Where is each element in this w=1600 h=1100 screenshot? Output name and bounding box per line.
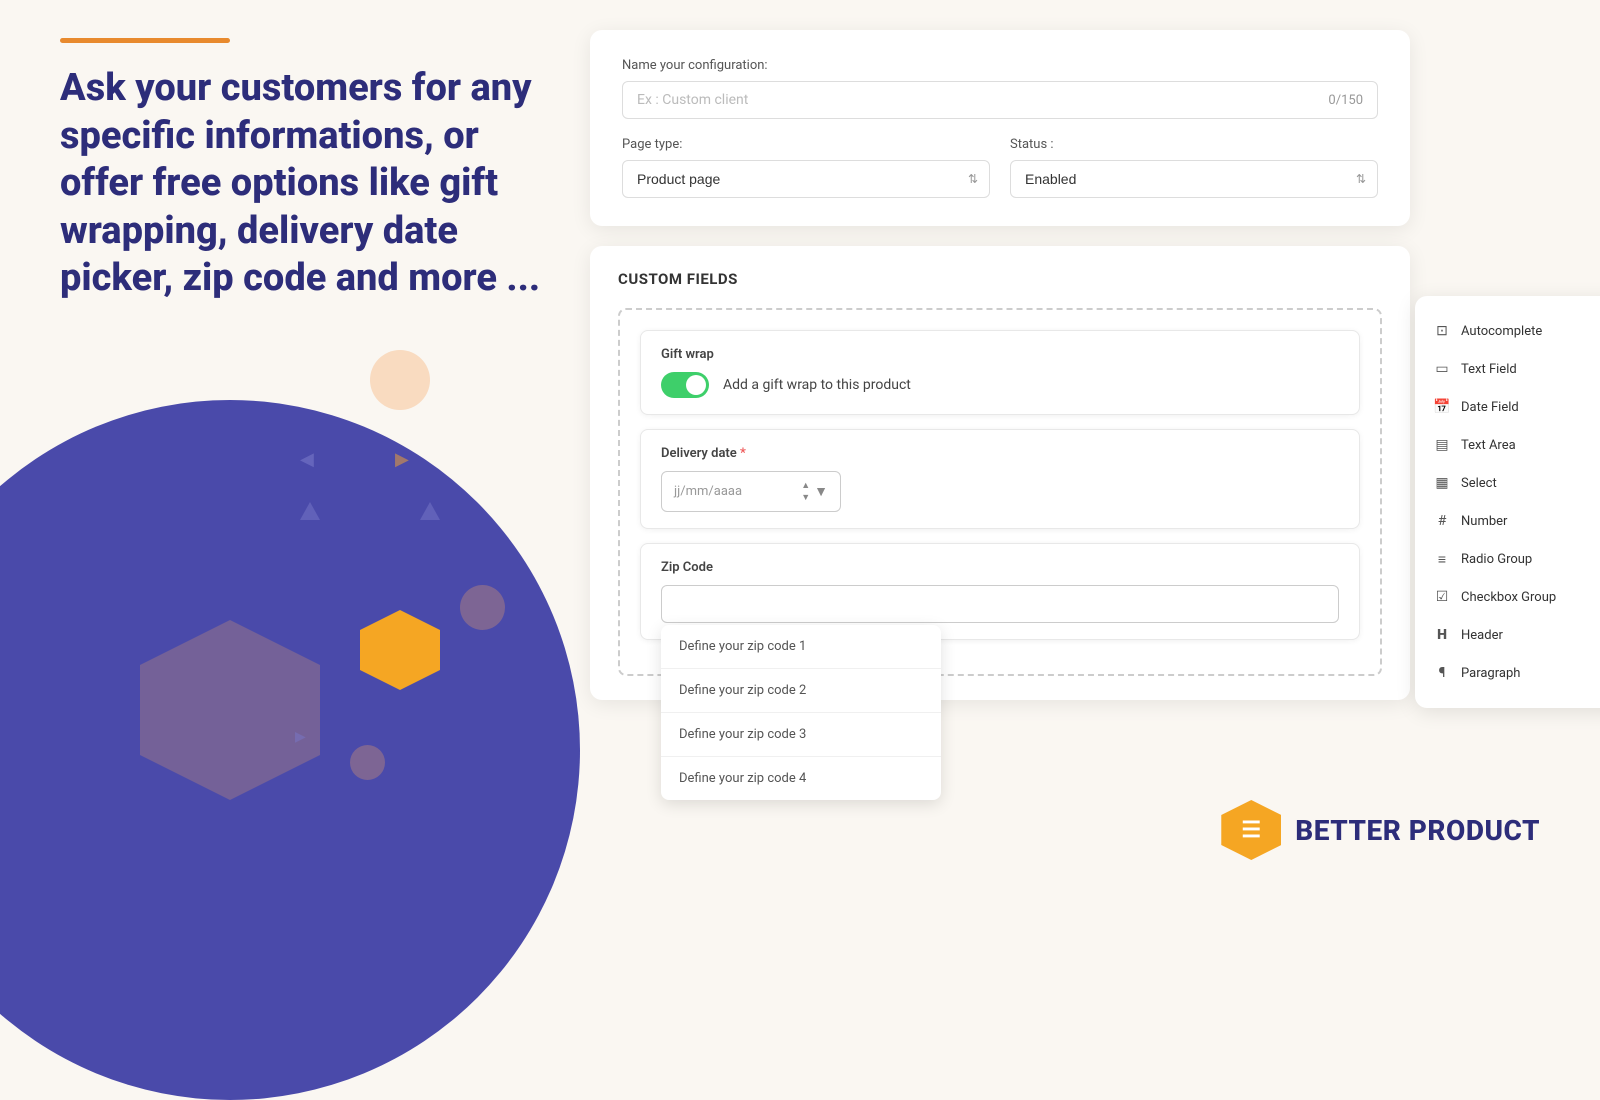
sidebar-item-text-area[interactable]: ▤ Text Area [1415,426,1600,464]
status-select[interactable]: Enabled Disabled [1010,160,1378,198]
gift-wrap-label: Gift wrap [661,347,1339,362]
page-type-select-wrapper: Product page Cart page Checkout page [622,160,990,198]
number-icon: # [1433,512,1451,530]
number-label: Number [1461,514,1507,529]
gift-wrap-toggle-label: Add a gift wrap to this product [723,377,911,393]
name-config-input-row[interactable]: Ex : Custom client 0/150 [622,81,1378,119]
zip-code-input[interactable] [661,585,1339,623]
logo-icon: ☰ [1241,818,1261,843]
zip-code-field: Zip Code Define your zip code 1 Define y… [640,543,1360,640]
text-field-icon: ▭ [1433,360,1451,378]
text-field-label: Text Field [1461,362,1517,377]
config-card: Name your configuration: Ex : Custom cli… [590,30,1410,226]
drop-zone[interactable]: Gift wrap Add a gift wrap to this produc… [618,308,1382,676]
sidebar-item-number[interactable]: # Number [1415,502,1600,540]
autocomplete-item-3[interactable]: Define your zip code 3 [661,713,941,757]
sidebar-item-checkbox-group[interactable]: ☑ Checkbox Group [1415,578,1600,616]
config-row: Page type: Product page Cart page Checko… [622,137,1378,198]
logo-text: BETTER PRODUCT [1295,814,1540,847]
autocomplete-item-4[interactable]: Define your zip code 4 [661,757,941,800]
headline-text: Ask your customers for any specific info… [60,65,570,303]
char-counter: 0/150 [1328,93,1363,108]
triangle-purple2-decoration [420,502,440,520]
autocomplete-item-2[interactable]: Define your zip code 2 [661,669,941,713]
checkbox-group-icon: ☑ [1433,588,1451,606]
gift-wrap-toggle[interactable] [661,372,709,398]
arrow-right2-decoration: ▶ [295,729,306,745]
triangle-purple-decoration [300,502,320,520]
field-types-sidebar: ⊡ Autocomplete ▭ Text Field 📅 Date Field… [1415,296,1600,708]
delivery-date-placeholder: jj/mm/aaaa [674,484,801,499]
circle-peach3-decoration [350,745,385,780]
gift-wrap-field: Gift wrap Add a gift wrap to this produc… [640,330,1360,415]
sidebar-item-radio-group[interactable]: ≡ Radio Group [1415,540,1600,578]
autocomplete-icon: ⊡ [1433,322,1451,340]
text-area-label: Text Area [1461,438,1516,453]
sidebar-item-autocomplete[interactable]: ⊡ Autocomplete [1415,312,1600,350]
zip-code-label: Zip Code [661,560,1339,575]
orange-accent-line [60,38,230,43]
select-label: Select [1461,476,1497,491]
arrow-left-decoration: ◀ [300,449,314,470]
delivery-date-label: Delivery date * [661,446,1339,461]
custom-fields-card: CUSTOM FIELDS Gift wrap Add a gift wrap … [590,246,1410,700]
text-area-icon: ▤ [1433,436,1451,454]
logo-area: ☰ BETTER PRODUCT [1221,800,1540,860]
radio-group-icon: ≡ [1433,550,1451,568]
sidebar-item-text-field[interactable]: ▭ Text Field [1415,350,1600,388]
sidebar-item-select[interactable]: ▦ Select [1415,464,1600,502]
status-label: Status : [1010,137,1378,152]
paragraph-label: Paragraph [1461,666,1520,681]
sidebar-item-header[interactable]: H Header [1415,616,1600,654]
delivery-date-input[interactable]: jj/mm/aaaa ▲ ▼ ▼ [661,471,841,512]
required-indicator: * [740,446,746,461]
select-icon: ▦ [1433,474,1451,492]
page-type-label: Page type: [622,137,990,152]
name-config-label: Name your configuration: [622,58,1378,73]
autocomplete-label: Autocomplete [1461,324,1542,339]
sidebar-item-date-field[interactable]: 📅 Date Field [1415,388,1600,426]
checkbox-group-label: Checkbox Group [1461,590,1556,605]
arrow-right-decoration: ▶ [395,449,409,470]
calendar-icon[interactable]: ▼ [814,483,828,500]
circle-peach2-decoration [460,585,505,630]
date-arrows: ▲ ▼ [801,480,810,503]
gift-wrap-toggle-row: Add a gift wrap to this product [661,372,1339,398]
autocomplete-dropdown: Define your zip code 1 Define your zip c… [661,625,941,800]
page-type-col: Page type: Product page Cart page Checko… [622,137,990,198]
custom-fields-title: CUSTOM FIELDS [618,270,1382,288]
header-icon: H [1433,626,1451,644]
paragraph-icon: ¶ [1433,664,1451,682]
header-label: Header [1461,628,1503,643]
zip-field-wrapper: Define your zip code 1 Define your zip c… [661,585,1339,623]
autocomplete-item-1[interactable]: Define your zip code 1 [661,625,941,669]
date-field-label: Date Field [1461,400,1519,415]
circle-peach-decoration [370,350,430,410]
radio-group-label: Radio Group [1461,552,1532,567]
date-field-icon: 📅 [1433,398,1451,416]
delivery-date-field: Delivery date * jj/mm/aaaa ▲ ▼ ▼ [640,429,1360,529]
status-col: Status : Enabled Disabled [1010,137,1378,198]
logo-hexagon: ☰ [1221,800,1281,860]
sidebar-item-paragraph[interactable]: ¶ Paragraph [1415,654,1600,692]
name-config-placeholder: Ex : Custom client [637,92,1328,108]
page-type-select[interactable]: Product page Cart page Checkout page [622,160,990,198]
left-content: Ask your customers for any specific info… [60,65,570,303]
status-select-wrapper: Enabled Disabled [1010,160,1378,198]
right-panel: Name your configuration: Ex : Custom cli… [590,30,1410,700]
